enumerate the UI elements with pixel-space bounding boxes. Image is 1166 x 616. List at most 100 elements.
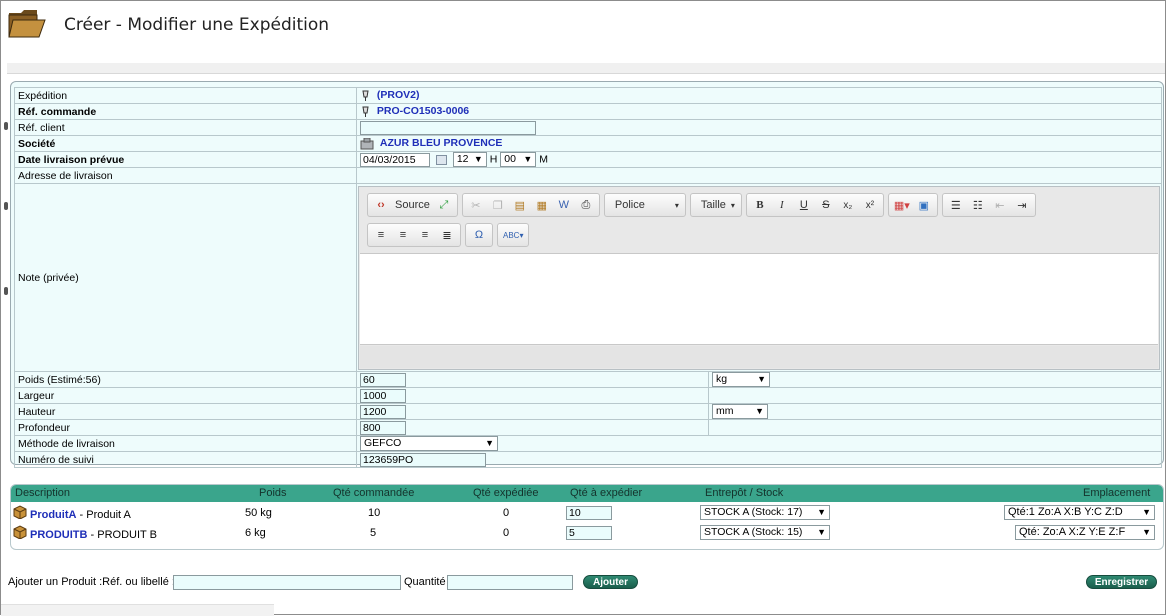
label-adresse: Adresse de livraison [14, 167, 357, 184]
chevron-down-icon: ▼ [817, 507, 826, 517]
maximize-icon[interactable]: ⤢ [434, 195, 454, 215]
format-group: B I U S x₂ x² [745, 193, 884, 217]
align-justify-icon[interactable]: ≣ [437, 225, 457, 245]
label-ref-client: Réf. client [14, 119, 357, 136]
copy-icon[interactable]: ❐ [488, 195, 508, 215]
header-poids: Poids [259, 487, 287, 499]
height-input[interactable]: 1200 [360, 404, 406, 419]
indent-icon[interactable]: ⇥ [1012, 195, 1032, 215]
product-link[interactable]: PRODUITB [30, 529, 87, 541]
row-ref-commande: Réf. commande PRO-CO1503-0006 [14, 103, 1162, 120]
source-group: ‹› Source ⤢ [367, 193, 458, 217]
paste-word-icon[interactable]: W [554, 195, 574, 215]
add-product-quantity-input[interactable] [447, 575, 573, 590]
width-input[interactable]: 1000 [360, 388, 406, 403]
row-ref-client: Réf. client [14, 119, 1162, 136]
product-box-icon [13, 505, 27, 519]
weight-input[interactable]: 60 [360, 372, 406, 387]
qty-to-ship-input[interactable]: 5 [566, 526, 612, 540]
row-largeur: Largeur 1000 [14, 387, 1162, 404]
source-icon: ‹› [377, 199, 385, 211]
qty-to-ship-input[interactable]: 10 [566, 506, 612, 520]
align-center-icon[interactable]: ≡ [393, 225, 413, 245]
add-product-search-input[interactable] [173, 575, 401, 590]
calendar-icon[interactable] [435, 154, 447, 165]
label-poids: Poids (Estimé:56) [14, 371, 357, 388]
header-divider [7, 63, 1165, 74]
align-right-icon[interactable]: ≡ [415, 225, 435, 245]
product-label: - Produit A [76, 509, 131, 521]
delivery-hour-select[interactable]: 12 ▼ [452, 152, 487, 167]
location-select[interactable]: Qté: Zo:A X:Z Y:E Z:F ▼ [1015, 525, 1155, 540]
chevron-down-icon: ▼ [485, 438, 494, 448]
location-value: Qté:1 Zo:A X:B Y:C Z:D [1008, 506, 1123, 518]
size-unit-value: mm [716, 405, 734, 417]
special-char-button[interactable]: Ω [469, 225, 489, 245]
spellcheck-label: ABC [503, 230, 520, 240]
header-emplacement: Emplacement [1083, 487, 1151, 499]
depth-input[interactable]: 800 [360, 420, 406, 435]
quantity-label: Quantité [404, 576, 446, 588]
print-icon[interactable]: ⎙ [576, 195, 596, 215]
add-product-button[interactable]: Ajouter [583, 575, 638, 589]
paste-text-icon[interactable]: ▦ [532, 195, 552, 215]
bold-button[interactable]: B [750, 195, 770, 215]
row-hauteur: Hauteur 1200 mm ▼ [14, 403, 1162, 420]
text-color-icon[interactable]: ▦▾ [892, 195, 912, 215]
numbered-list-icon[interactable]: ☰ [946, 195, 966, 215]
shipment-form: Expédition (PROV2) Réf. commande PRO-CO1… [4, 81, 1164, 468]
order-ref-link[interactable]: PRO-CO1503-0006 [377, 105, 469, 117]
expedition-ref-link[interactable]: (PROV2) [377, 89, 420, 101]
superscript-button[interactable]: x² [860, 195, 880, 215]
font-family-select[interactable]: Police ▾ [603, 193, 686, 217]
warehouse-value: STOCK A (Stock: 17) [704, 506, 803, 518]
delivery-minute-value: 00 [504, 153, 516, 165]
company-link[interactable]: AZUR BLEU PROVENCE [380, 137, 503, 149]
product-label: - PRODUIT B [87, 529, 157, 541]
side-marker [4, 202, 8, 210]
paste-icon[interactable]: ▤ [510, 195, 530, 215]
source-button[interactable]: Source [393, 195, 432, 215]
delivery-hour-value: 12 [456, 153, 469, 165]
save-button[interactable]: Enregistrer [1086, 575, 1157, 589]
qty-shipped: 0 [503, 527, 510, 539]
label-profondeur: Profondeur [14, 419, 357, 436]
font-size-select[interactable]: Taille ▾ [689, 193, 742, 217]
table-row: ProduitA - Produit A 50 kg 10 0 10 STOCK… [11, 504, 1163, 524]
strike-button[interactable]: S [816, 195, 836, 215]
label-suivi: Numéro de suivi [14, 451, 357, 468]
note-editor-area[interactable] [360, 253, 1158, 345]
draft-pin-icon [362, 90, 369, 101]
warehouse-select[interactable]: STOCK A (Stock: 17) ▼ [700, 505, 830, 520]
outdent-icon[interactable]: ⇤ [990, 195, 1010, 215]
delivery-minute-select[interactable]: 00 ▼ [500, 152, 537, 167]
delivery-date-input[interactable]: 04/03/2015 [360, 152, 430, 167]
product-link[interactable]: ProduitA [30, 509, 76, 521]
product-box-icon [13, 525, 27, 539]
page-header: Créer - Modifier une Expédition [1, 1, 1165, 67]
table-row: PRODUITB - PRODUIT B 6 kg 5 0 5 STOCK A … [11, 524, 1163, 544]
location-select[interactable]: Qté:1 Zo:A X:B Y:C Z:D ▼ [1004, 505, 1155, 520]
size-unit-select[interactable]: mm ▼ [712, 404, 768, 419]
image-icon[interactable]: ▣ [914, 195, 934, 215]
bullet-list-icon[interactable]: ☷ [968, 195, 988, 215]
cut-icon[interactable]: ✂ [466, 195, 486, 215]
chevron-down-icon: ▼ [757, 374, 766, 384]
subscript-button[interactable]: x₂ [838, 195, 858, 215]
chevron-down-icon: ▾ [730, 200, 735, 210]
header-qte-commandee: Qté commandée [333, 487, 415, 499]
row-poids: Poids (Estimé:56) 60 kg ▼ [14, 371, 1162, 388]
tracking-number-input[interactable]: 123659PO [360, 452, 486, 467]
editor-footer [360, 346, 1158, 368]
ref-client-input[interactable] [360, 120, 536, 135]
warehouse-select[interactable]: STOCK A (Stock: 15) ▼ [700, 525, 830, 540]
spellcheck-button[interactable]: ABC ▾ [501, 225, 525, 245]
align-left-icon[interactable]: ≡ [371, 225, 391, 245]
shipping-method-select[interactable]: GEFCO ▼ [360, 436, 498, 451]
underline-button[interactable]: U [794, 195, 814, 215]
weight-unit-select[interactable]: kg ▼ [712, 372, 770, 387]
hour-label: H [489, 153, 498, 166]
header-entrepot: Entrepôt / Stock [705, 487, 784, 499]
italic-button[interactable]: I [772, 195, 792, 215]
qty-ordered: 5 [370, 527, 377, 539]
